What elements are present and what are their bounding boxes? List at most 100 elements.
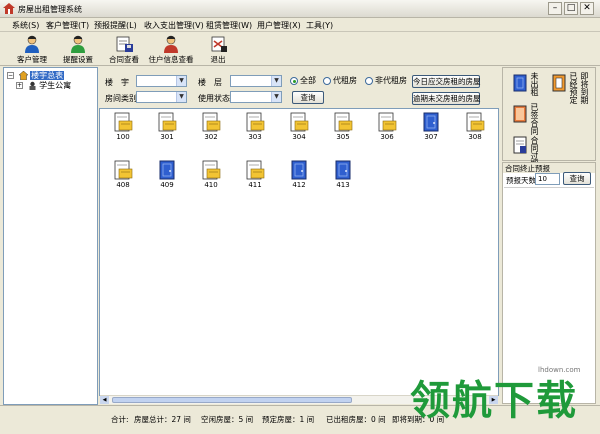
radio-non-agent[interactable]: 非代租房 [365,75,407,86]
menu-customer[interactable]: 客户管理(T) [46,20,89,31]
menu-reminder[interactable]: 预报提醒(L) [94,20,137,31]
house-app-icon [3,3,15,14]
menu-bar: 系统(S) 客户管理(T) 预报提醒(L) 收入支出管理(V) 租赁管理(W) … [0,18,600,32]
room-rented[interactable]: 306 [372,112,402,144]
room-rented[interactable]: 100 [108,112,138,144]
reminder-settings-button[interactable]: 提醒设置 [54,35,102,65]
room-number: 409 [160,181,174,189]
room-number: 301 [160,133,174,141]
rented-room-icon [114,112,133,132]
reminder-icon [71,35,85,53]
room-rented[interactable]: 305 [328,112,358,144]
scroll-thumb[interactable] [112,397,352,403]
legend-reserved-label: 已经预定 [569,72,578,104]
forecast-query-button[interactable]: 查询 [563,172,591,185]
overdue-button[interactable]: 逾期未交房租的房屋 [412,92,481,105]
chevron-down-icon: ▼ [176,76,186,86]
forecast-days-label: 预报天数 [506,176,536,185]
window-title: 房屋出租管理系统 [18,5,82,14]
expired-contract-icon [513,136,527,154]
room-number: 410 [204,181,218,189]
query-button[interactable]: 查询 [292,91,324,104]
due-today-button[interactable]: 今日应交房租的房屋 [412,75,481,88]
rented-room-icon [114,160,133,180]
rented-room-icon [202,160,221,180]
expand-icon[interactable]: + [16,82,23,89]
vacant-rooms: 空闲房屋：5 间 [201,415,254,424]
forecast-days-input[interactable]: 10 [535,173,560,185]
room-rented[interactable]: 303 [240,112,270,144]
room-number: 304 [292,133,306,141]
exit-icon [211,36,227,52]
room-rented[interactable]: 411 [240,160,270,192]
contract-icon [116,36,133,52]
room-number: 303 [248,133,262,141]
customer-icon [25,35,39,53]
vacant-door-icon [513,74,527,92]
floor-select[interactable]: ▼ [230,75,282,87]
room-rented[interactable]: 410 [196,160,226,192]
room-grid: 100 301 302 303 304 305 306 307 308 408 409 410 411 4… [99,108,499,396]
legend-signed-label: 已签合同 [530,103,539,135]
tenant-info-button[interactable]: 住户信息查看 [146,35,196,65]
room-type-select[interactable]: ▼ [136,91,187,103]
exit-button[interactable]: 退出 [194,35,242,65]
contract-view-button[interactable]: 合同查看 [100,35,148,65]
rented-room-icon [158,112,177,132]
menu-tools[interactable]: 工具(Y) [306,20,333,31]
room-vacant[interactable]: 412 [284,160,314,192]
tree-child-node[interactable]: + 学生公寓 [16,80,71,91]
toolbar: 客户管理 提醒设置 合同查看 住户信息查看 退出 [0,33,600,66]
close-button[interactable]: ✕ [580,2,594,15]
filter-panel: 楼 宇 ▼ 楼 层 ▼ 房间类别 ▼ 使用状态 ▼ 全部 代租房 非代租房 查询… [99,67,499,107]
room-rented[interactable]: 304 [284,112,314,144]
legend-vacant-label: 未出租 [530,72,539,96]
floor-label: 楼 层 [198,78,222,87]
room-rented[interactable]: 408 [108,160,138,192]
room-number: 413 [336,181,350,189]
rented-room-icon [246,160,265,180]
room-rented[interactable]: 308 [460,112,490,144]
room-rented[interactable]: 302 [196,112,226,144]
rented-room-icon [378,112,397,132]
exit-label: 退出 [210,55,226,64]
total-label: 合计: [111,415,129,424]
scroll-left-icon[interactable]: ◀ [100,396,109,404]
menu-system[interactable]: 系统(S) [12,20,39,31]
menu-income-expense[interactable]: 收入支出管理(V) [144,20,204,31]
building-tree[interactable]: − 楼宇总表 + 学生公寓 [3,67,98,405]
rented-room-icon [290,112,309,132]
building-select[interactable]: ▼ [136,75,187,87]
rented-room-icon [246,112,265,132]
signed-door-icon [513,105,527,123]
vacant-door-icon [423,112,439,132]
minimize-button[interactable]: – [548,2,562,15]
radio-agent[interactable]: 代租房 [323,75,357,86]
vacant-door-icon [335,160,351,180]
menu-user[interactable]: 用户管理(X) [257,20,301,31]
collapse-icon[interactable]: − [7,72,14,79]
apartment-icon [29,81,36,90]
rented-rooms: 已出租房屋：0 间 [326,415,386,424]
room-vacant[interactable]: 409 [152,160,182,192]
radio-all[interactable]: 全部 [290,75,316,86]
chevron-down-icon: ▼ [271,92,281,102]
room-rented[interactable]: 301 [152,112,182,144]
maximize-button[interactable]: □ [564,2,578,15]
legend-expiring-label: 即将到期 [580,72,589,104]
status-legend: 未出租 已经预定 即将到期 已签合同 合同过期 [502,67,596,168]
usage-select[interactable]: ▼ [230,91,282,103]
reserved-door-icon [552,74,566,92]
room-number: 307 [424,133,438,141]
room-type-label: 房间类别 [105,94,137,103]
rented-room-icon [466,112,485,132]
room-vacant[interactable]: 413 [328,160,358,192]
room-number: 302 [204,133,218,141]
menu-lease[interactable]: 租赁管理(W) [206,20,252,31]
room-vacant[interactable]: 307 [416,112,446,144]
tenant-info-label: 住户信息查看 [148,55,194,64]
chevron-down-icon: ▼ [176,92,186,102]
tree-child-label: 学生公寓 [39,81,72,90]
room-number: 100 [116,133,130,141]
customer-management-button[interactable]: 客户管理 [8,35,56,65]
